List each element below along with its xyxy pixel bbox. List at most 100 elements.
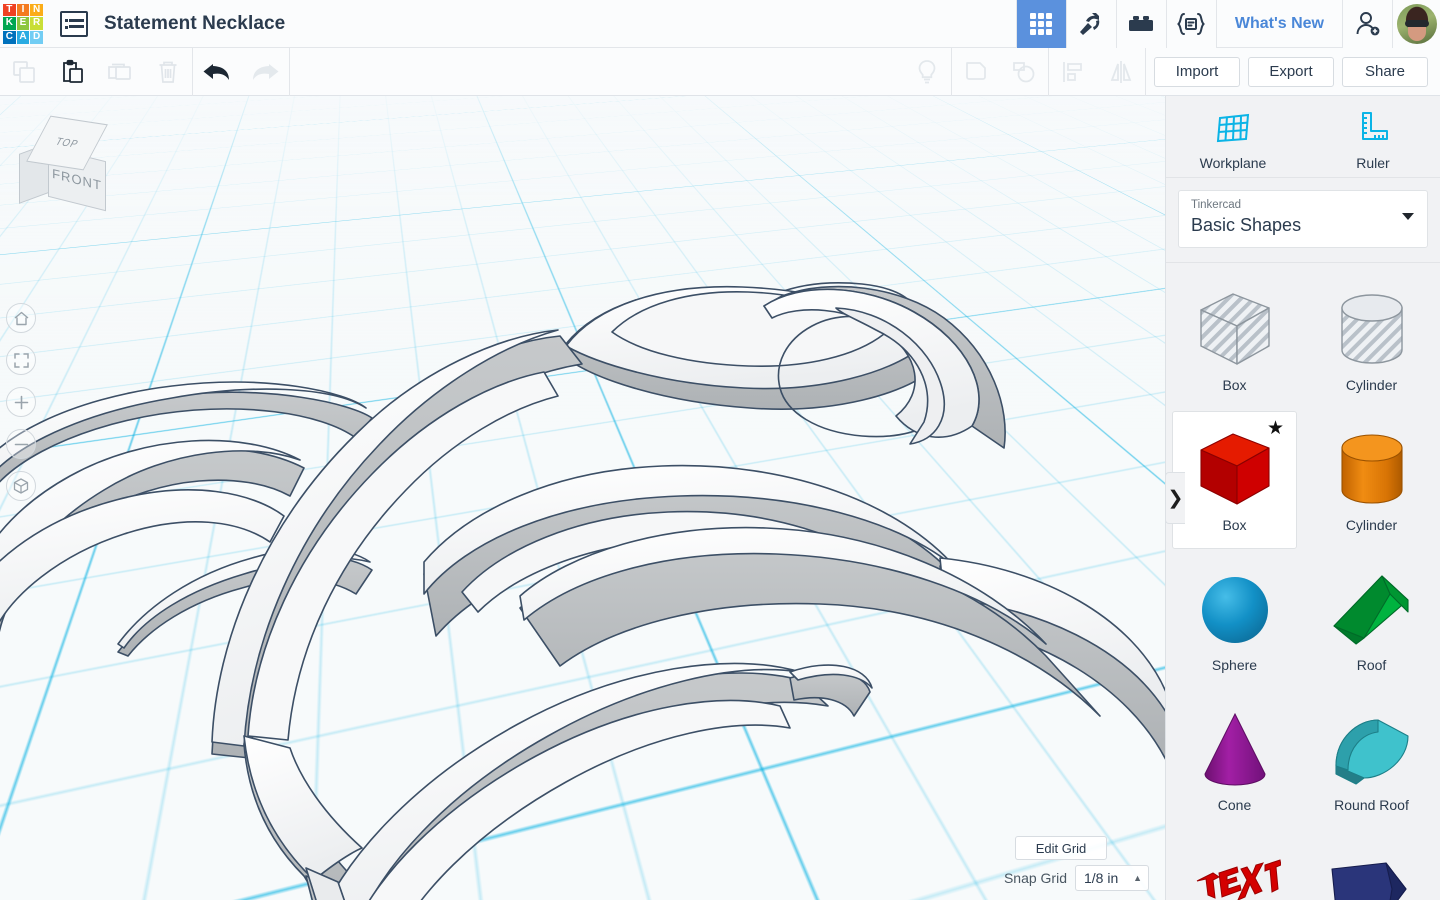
shape-cylinder[interactable]: Cylinder — [1309, 411, 1434, 549]
shape-roof[interactable]: Roof — [1309, 551, 1434, 689]
snap-grid-select[interactable]: 1/8 in ▲ — [1075, 865, 1149, 891]
shape-text[interactable] — [1172, 831, 1297, 900]
shape-cone[interactable]: Cone — [1172, 691, 1297, 829]
toolbar-divider-2 — [289, 47, 290, 96]
list-line-1 — [69, 19, 84, 22]
workplane-tool-label: Workplane — [1199, 155, 1267, 171]
snap-grid-label: Snap Grid — [1003, 870, 1067, 886]
redo-button[interactable] — [241, 48, 289, 96]
snap-grid-control: Snap Grid 1/8 in ▲ — [1004, 865, 1149, 891]
edit-toolbar: Import Export Share — [0, 47, 1440, 96]
logo-letter-c: C — [3, 30, 16, 44]
list-line-2 — [69, 25, 84, 28]
workplane-tool[interactable]: Workplane — [1191, 106, 1275, 171]
shape-polygon[interactable] — [1309, 831, 1434, 900]
shape-hole-cylinder-label: Cylinder — [1345, 377, 1398, 393]
group-button[interactable] — [952, 48, 1000, 96]
hole-cylinder-icon — [1326, 282, 1418, 377]
shape-grid: Box Cylinder ★ Box Cylinder Sphere Roof … — [1166, 262, 1440, 900]
whats-new-link[interactable]: What's New — [1215, 0, 1342, 48]
star-icon: ★ — [1266, 418, 1284, 439]
ruler-tool[interactable]: Ruler — [1331, 106, 1415, 171]
shape-sphere-label: Sphere — [1211, 657, 1258, 673]
ungroup-button[interactable] — [1000, 48, 1048, 96]
copy-button[interactable] — [0, 48, 48, 96]
top-bar-right: What's New — [1015, 0, 1440, 48]
shape-box[interactable]: ★ Box — [1172, 411, 1297, 549]
shape-sphere[interactable]: Sphere — [1172, 551, 1297, 689]
undo-button[interactable] — [193, 48, 241, 96]
library-selected-value: Basic Shapes — [1191, 215, 1302, 235]
3d-design-grid-icon[interactable] — [1015, 0, 1066, 48]
chevron-up-icon: ▲ — [1133, 873, 1142, 883]
duplicate-button[interactable] — [96, 48, 144, 96]
view-cube[interactable]: FRONT TOP — [19, 114, 118, 212]
toolbar-right-group: Import Export Share — [903, 47, 1440, 96]
snap-grid-value: 1/8 in — [1084, 870, 1119, 886]
shape-cylinder-label: Cylinder — [1345, 517, 1398, 533]
history-button-group — [193, 48, 289, 96]
project-list-icon[interactable] — [60, 10, 88, 37]
shape-box-label: Box — [1222, 517, 1247, 533]
clipboard-button-group — [0, 48, 192, 96]
zoom-out-button[interactable] — [6, 429, 36, 459]
fit-to-view-button[interactable] — [6, 345, 36, 375]
design-viewport[interactable]: FRONT TOP Edit Grid Snap Grid 1/8 in ▲ — [0, 96, 1165, 900]
show-hide-lightbulb-button[interactable] — [903, 48, 951, 96]
tinkercad-logo[interactable]: T I N K E R C A D — [3, 3, 43, 44]
minecraft-pickaxe-icon[interactable] — [1065, 0, 1116, 48]
roof-icon — [1326, 562, 1418, 657]
perspective-toggle-button[interactable] — [6, 471, 36, 501]
lego-brick-icon[interactable] — [1115, 0, 1166, 48]
shape-cone-label: Cone — [1217, 797, 1252, 813]
add-person-icon[interactable] — [1342, 0, 1392, 48]
logo-letter-i: I — [16, 3, 30, 17]
hole-box-icon — [1189, 282, 1281, 377]
shapes-panel: ❯ Workplane Ruler Tinkercad Basic Shapes… — [1165, 96, 1440, 900]
delete-button[interactable] — [144, 48, 192, 96]
codeblocks-icon[interactable] — [1165, 0, 1216, 48]
library-provider-label: Tinkercad — [1191, 199, 1242, 211]
edit-grid-button[interactable]: Edit Grid — [1015, 836, 1107, 860]
shape-hole-box-label: Box — [1222, 377, 1247, 393]
shape-round-roof[interactable]: Round Roof — [1309, 691, 1434, 829]
page-title: Statement Necklace — [104, 12, 286, 34]
collapse-panel-chevron-icon[interactable]: ❯ — [1166, 472, 1185, 524]
logo-letter-e: E — [16, 17, 30, 30]
polygon-icon — [1326, 842, 1418, 900]
cone-icon — [1189, 702, 1281, 797]
home-view-button[interactable] — [6, 303, 36, 333]
sphere-icon — [1189, 562, 1281, 657]
shape-roof-label: Roof — [1356, 657, 1387, 673]
logo-letter-t: T — [3, 3, 16, 17]
shape-hole-box[interactable]: Box — [1172, 271, 1297, 409]
paste-button[interactable] — [48, 48, 96, 96]
workplane-icon — [1216, 113, 1250, 143]
logo-letter-n: N — [30, 3, 43, 17]
logo-letter-a: A — [16, 30, 30, 44]
zoom-in-button[interactable] — [6, 387, 36, 417]
panel-tools: Workplane Ruler — [1166, 96, 1440, 178]
round-roof-icon — [1326, 702, 1418, 797]
workplane-grid — [0, 96, 1165, 130]
avatar[interactable] — [1392, 0, 1440, 48]
ruler-tool-label: Ruler — [1356, 155, 1390, 171]
top-bar: T I N K E R C A D Statement Necklace Wha… — [0, 0, 1440, 48]
text-icon — [1189, 842, 1281, 900]
align-button[interactable] — [1049, 48, 1097, 96]
ruler-icon — [1362, 112, 1388, 140]
share-button[interactable]: Share — [1342, 56, 1428, 87]
chevron-down-icon — [1402, 213, 1414, 220]
shape-hole-cylinder[interactable]: Cylinder — [1309, 271, 1434, 409]
logo-letter-k: K — [3, 17, 16, 30]
cylinder-icon — [1326, 422, 1418, 517]
import-button[interactable]: Import — [1154, 56, 1240, 87]
shape-library-dropdown[interactable]: Tinkercad Basic Shapes — [1178, 190, 1428, 248]
export-button[interactable]: Export — [1248, 56, 1334, 87]
logo-letter-d: D — [30, 30, 43, 44]
shape-round-roof-label: Round Roof — [1334, 797, 1409, 813]
logo-letter-r: R — [30, 17, 43, 30]
toolbar-divider-5 — [1145, 47, 1146, 96]
avatar-image — [1396, 3, 1437, 44]
mirror-button[interactable] — [1097, 48, 1145, 96]
